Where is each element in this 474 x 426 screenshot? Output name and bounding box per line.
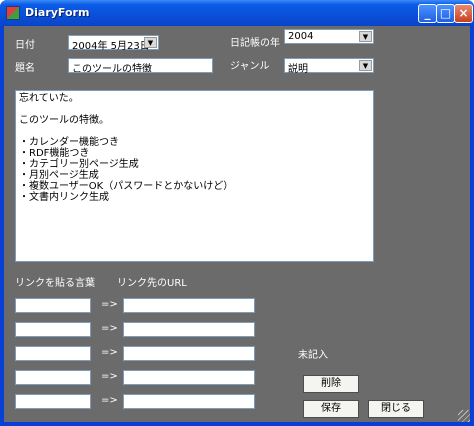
diary-year-label: 日記帳の年: [230, 38, 280, 49]
link-url-input-1[interactable]: [123, 298, 255, 313]
date-value: 2004年 5月23日: [72, 41, 150, 52]
maximize-button[interactable]: □: [436, 4, 455, 23]
arrow-label: =>: [101, 395, 118, 406]
body-line: ・文書内リンク生成: [19, 192, 109, 203]
close-button[interactable]: 閉じる: [368, 400, 424, 418]
body-line: このツールの特徴。: [19, 115, 109, 126]
body-line: ・RDF機能つき: [19, 148, 90, 159]
minimize-button[interactable]: _: [418, 4, 437, 23]
genre-value: 説明: [288, 64, 308, 75]
title-input[interactable]: このツールの特徴: [68, 58, 213, 73]
diary-form-window: DiaryForm _ □ × 日付 2004年 5月23日 ▼ 日記帳の年 2…: [0, 0, 474, 426]
link-text-input-1[interactable]: [15, 298, 91, 313]
title-bar[interactable]: DiaryForm _ □ ×: [0, 0, 474, 26]
chevron-down-icon[interactable]: ▼: [359, 60, 372, 71]
app-icon: [6, 6, 20, 20]
window-title: DiaryForm: [25, 6, 90, 19]
body-textarea[interactable]: 忘れていた。 このツールの特徴。 ・カレンダー機能つき ・RDF機能つき ・カテ…: [15, 90, 374, 262]
arrow-label: =>: [101, 299, 118, 310]
diary-year-select[interactable]: 2004 ▼: [284, 29, 374, 44]
link-text-input-5[interactable]: [15, 394, 91, 409]
genre-select[interactable]: 説明 ▼: [284, 58, 374, 75]
body-line: [19, 126, 370, 137]
date-label: 日付: [15, 40, 35, 51]
body-line: [19, 104, 370, 115]
arrow-label: =>: [101, 347, 118, 358]
arrow-label: =>: [101, 371, 118, 382]
date-picker[interactable]: 2004年 5月23日 ▼: [68, 35, 159, 52]
body-line: 忘れていた。: [19, 93, 79, 104]
save-button[interactable]: 保存: [303, 400, 359, 418]
link-text-header: リンクを貼る言葉: [15, 278, 95, 289]
form-body: 日付 2004年 5月23日 ▼ 日記帳の年 2004 ▼ 題名 このツールの特…: [4, 26, 470, 422]
close-window-button[interactable]: ×: [454, 4, 473, 23]
arrow-label: =>: [101, 323, 118, 334]
body-line: ・月別ページ生成: [19, 170, 99, 181]
link-url-input-3[interactable]: [123, 346, 255, 361]
link-url-input-2[interactable]: [123, 322, 255, 337]
status-label: 未記入: [298, 350, 328, 361]
link-url-input-4[interactable]: [123, 370, 255, 385]
body-line: ・複数ユーザーOK（パスワードとかないけど）: [19, 181, 234, 192]
genre-label: ジャンル: [230, 61, 270, 72]
resize-grip-icon[interactable]: [458, 410, 470, 422]
link-text-input-3[interactable]: [15, 346, 91, 361]
link-url-input-5[interactable]: [123, 394, 255, 409]
link-url-header: リンク先のURL: [117, 278, 187, 289]
title-label: 題名: [15, 63, 35, 74]
delete-button[interactable]: 削除: [303, 375, 359, 393]
chevron-down-icon[interactable]: ▼: [359, 31, 372, 42]
body-line: ・カレンダー機能つき: [19, 137, 119, 148]
chevron-down-icon[interactable]: ▼: [144, 37, 157, 48]
body-line: ・カテゴリー別ページ生成: [19, 159, 139, 170]
diary-year-value: 2004: [288, 31, 314, 42]
link-text-input-2[interactable]: [15, 322, 91, 337]
link-text-input-4[interactable]: [15, 370, 91, 385]
